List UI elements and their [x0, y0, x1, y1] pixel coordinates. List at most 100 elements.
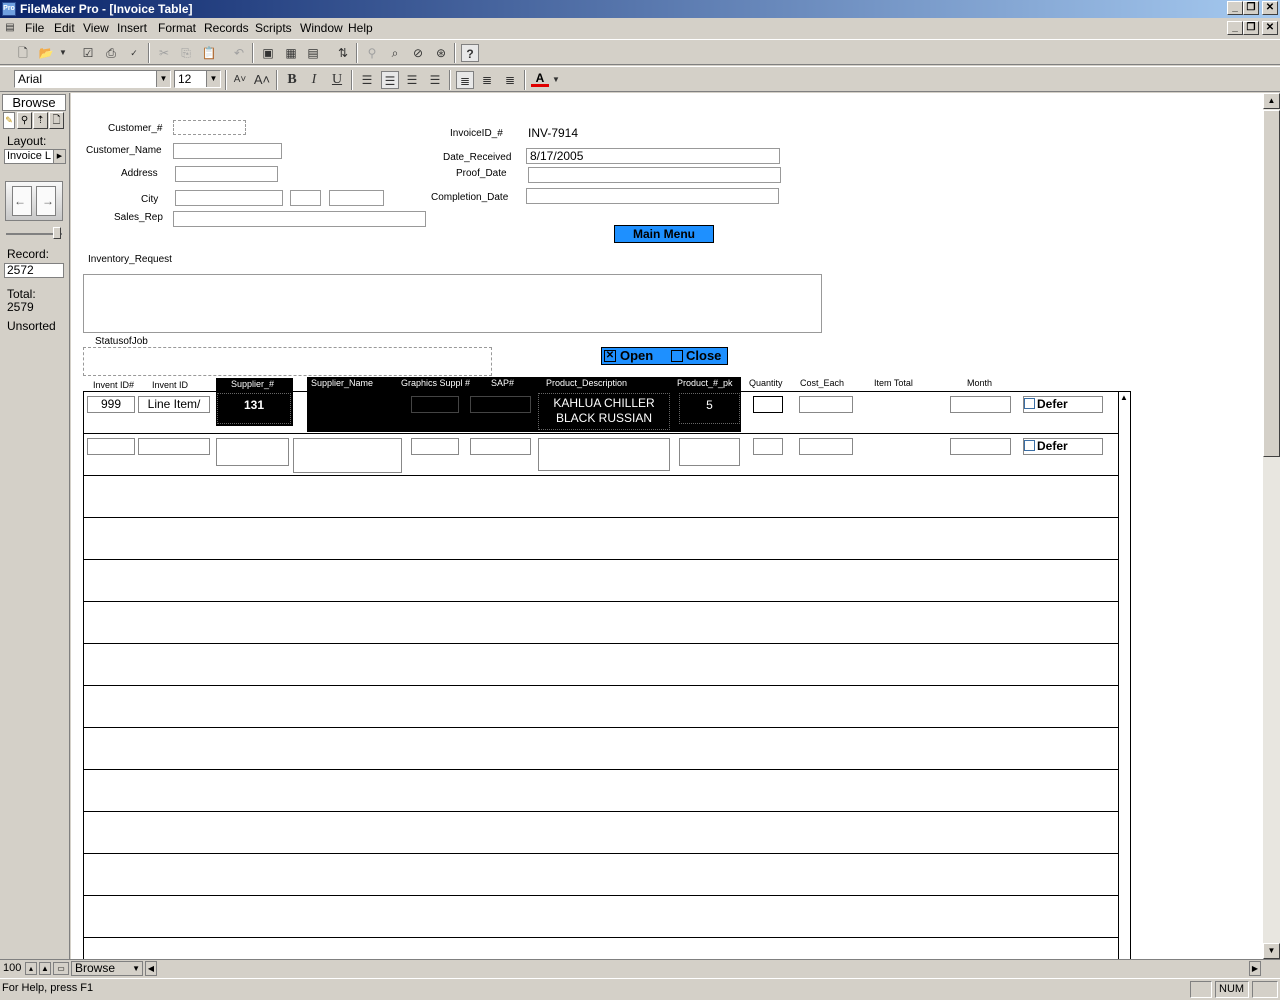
- mode-select[interactable]: Browse ▼: [71, 961, 143, 976]
- row2-supplier-num[interactable]: [216, 438, 289, 466]
- decrease-font-icon[interactable]: A˅: [231, 71, 249, 89]
- inventory-request-field[interactable]: [83, 274, 822, 333]
- menu-insert[interactable]: Insert: [117, 21, 147, 35]
- menu-format[interactable]: Format: [158, 21, 196, 35]
- show-omitted-icon[interactable]: ⊛: [432, 44, 450, 62]
- row1-month[interactable]: [950, 396, 1011, 413]
- address-field[interactable]: [175, 166, 278, 182]
- layout-select[interactable]: Invoice L ▶: [4, 149, 66, 164]
- chevron-down-icon[interactable]: ▼: [206, 71, 220, 87]
- checkbox-icon[interactable]: ☑: [79, 44, 97, 62]
- state-field[interactable]: [290, 190, 321, 206]
- menu-edit[interactable]: Edit: [54, 21, 75, 35]
- browse-mode-icon[interactable]: ✎: [3, 112, 15, 129]
- bold-icon[interactable]: B: [283, 71, 301, 89]
- text-color-dropdown-icon[interactable]: ▼: [551, 71, 561, 89]
- completion-date-field[interactable]: [526, 188, 779, 204]
- duplicate-record-icon[interactable]: ▦: [282, 44, 300, 62]
- main-menu-button[interactable]: Main Menu: [614, 225, 714, 243]
- close-icon[interactable]: ✕: [1262, 1, 1278, 15]
- city-field[interactable]: [175, 190, 283, 206]
- row2-invent-id-num[interactable]: [87, 438, 135, 455]
- row1-product-description[interactable]: KAHLUA CHILLER BLACK RUSSIAN: [538, 393, 670, 430]
- row2-defer-checkbox[interactable]: Defer: [1023, 438, 1103, 455]
- record-slider-handle[interactable]: [53, 227, 61, 239]
- sort-icon[interactable]: ⇅: [334, 44, 352, 62]
- print-icon[interactable]: ⎙: [102, 44, 120, 62]
- row1-defer-checkbox[interactable]: Defer: [1023, 396, 1103, 413]
- find-icon[interactable]: ⚲: [363, 44, 381, 62]
- scroll-up-icon[interactable]: ▲: [1120, 393, 1128, 402]
- row2-quantity[interactable]: [753, 438, 783, 455]
- copy-icon[interactable]: ⎘: [177, 44, 195, 62]
- row1-invent-id-num[interactable]: 999: [87, 396, 135, 413]
- sales-rep-field[interactable]: [173, 211, 426, 227]
- menu-file[interactable]: File: [25, 21, 44, 35]
- portal-scrollbar[interactable]: ▲: [1118, 392, 1130, 959]
- undo-icon[interactable]: ↶: [230, 44, 248, 62]
- font-select[interactable]: Arial ▼: [14, 70, 171, 88]
- paste-icon[interactable]: 📋: [200, 44, 218, 62]
- row1-graphics-suppl[interactable]: [411, 396, 459, 413]
- minimize-icon[interactable]: _: [1227, 1, 1243, 15]
- zip-field[interactable]: [329, 190, 384, 206]
- row1-quantity[interactable]: [753, 396, 783, 413]
- find-mode-icon[interactable]: ⚲: [17, 112, 32, 129]
- status-area-toggle-icon[interactable]: ▭: [53, 962, 69, 975]
- line-spacing-half-icon[interactable]: ≣: [478, 71, 496, 89]
- line-spacing-double-icon[interactable]: ≣: [501, 71, 519, 89]
- scroll-thumb[interactable]: [1263, 110, 1280, 457]
- document-icon[interactable]: ▤: [2, 20, 18, 36]
- open-dropdown-icon[interactable]: ▼: [58, 44, 68, 62]
- menu-records[interactable]: Records: [204, 21, 249, 35]
- font-size-select[interactable]: 12 ▼: [174, 70, 221, 88]
- proof-date-field[interactable]: [528, 167, 781, 183]
- row2-graphics-suppl[interactable]: [411, 438, 459, 455]
- find-all-icon[interactable]: ⌕: [386, 44, 404, 62]
- row2-product-description[interactable]: [538, 438, 670, 471]
- delete-record-icon[interactable]: ▤: [304, 44, 322, 62]
- line-spacing-single-icon[interactable]: ≣: [456, 71, 474, 89]
- cut-icon[interactable]: ✂: [155, 44, 173, 62]
- text-color-icon[interactable]: A: [531, 71, 549, 87]
- row2-product-pk[interactable]: [679, 438, 740, 466]
- customer-name-field[interactable]: [173, 143, 282, 159]
- record-number-input[interactable]: 2572: [4, 263, 64, 278]
- align-center-icon[interactable]: ☰: [381, 71, 399, 89]
- zoom-out-icon[interactable]: ▴: [25, 962, 37, 975]
- omit-icon[interactable]: ⊘: [409, 44, 427, 62]
- row2-supplier-name[interactable]: [293, 438, 402, 473]
- next-record-icon[interactable]: →: [42, 194, 54, 208]
- spelling-icon[interactable]: ✓: [125, 44, 143, 62]
- help-icon[interactable]: ?: [461, 44, 479, 62]
- chevron-right-icon[interactable]: ▶: [53, 150, 65, 163]
- doc-restore-icon[interactable]: ❐: [1243, 21, 1259, 35]
- customer-num-field[interactable]: [173, 120, 246, 135]
- new-file-icon[interactable]: 🗋: [14, 44, 32, 62]
- scroll-right-icon[interactable]: ▶: [1249, 961, 1261, 976]
- row1-supplier-num[interactable]: 131: [217, 393, 291, 424]
- menu-window[interactable]: Window: [300, 21, 343, 35]
- align-left-icon[interactable]: ☰: [358, 71, 376, 89]
- increase-font-icon[interactable]: A˄: [253, 71, 271, 89]
- previous-record-icon[interactable]: ←: [14, 194, 26, 208]
- menu-scripts[interactable]: Scripts: [255, 21, 292, 35]
- row1-sap[interactable]: [470, 396, 531, 413]
- row1-product-pk[interactable]: 5: [679, 393, 740, 424]
- date-received-field[interactable]: 8/17/2005: [526, 148, 780, 164]
- scroll-up-icon[interactable]: ▲: [1263, 93, 1280, 109]
- row2-sap[interactable]: [470, 438, 531, 455]
- preview-mode-icon[interactable]: 🗋: [49, 112, 64, 129]
- align-right-icon[interactable]: ☰: [403, 71, 421, 89]
- filemaker-app-icon[interactable]: Pro: [2, 2, 16, 16]
- row1-invent-id[interactable]: Line Item/: [138, 396, 210, 413]
- underline-icon[interactable]: U: [328, 71, 346, 89]
- menu-help[interactable]: Help: [348, 21, 373, 35]
- vertical-scrollbar[interactable]: ▲ ▼: [1263, 93, 1280, 959]
- row1-cost-each[interactable]: [799, 396, 853, 413]
- restore-icon[interactable]: ❐: [1243, 1, 1259, 15]
- italic-icon[interactable]: I: [305, 71, 323, 89]
- open-folder-icon[interactable]: 📂: [37, 44, 55, 62]
- row2-cost-each[interactable]: [799, 438, 853, 455]
- scroll-left-icon[interactable]: ◀: [145, 961, 157, 976]
